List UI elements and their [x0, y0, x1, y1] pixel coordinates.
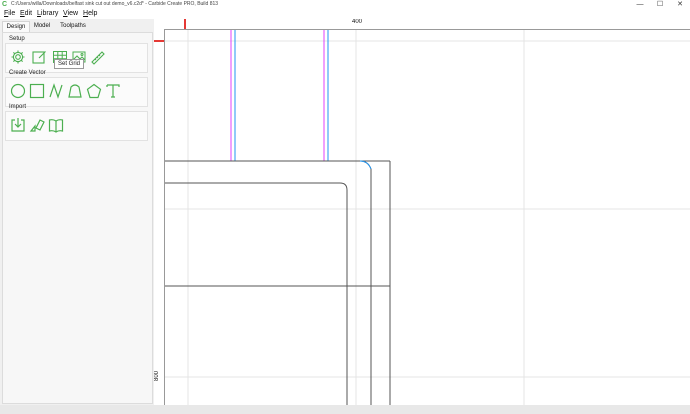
- ruler-left-marker: [154, 40, 164, 42]
- ruler-left-label: 800: [154, 370, 160, 381]
- canvas-drawing: [164, 29, 690, 405]
- polyline-icon[interactable]: [67, 83, 83, 99]
- section-create-vector-label: Create Vector: [9, 70, 46, 76]
- menu-bar: File Edit Library View Help: [0, 10, 690, 19]
- import-icon[interactable]: [10, 117, 26, 133]
- maximize-button[interactable]: ☐: [650, 0, 670, 10]
- circle-icon[interactable]: [10, 83, 26, 99]
- menu-library[interactable]: Library: [37, 10, 58, 17]
- import-tool-group: [5, 111, 148, 141]
- gear-icon[interactable]: [10, 49, 26, 65]
- window-controls: — ☐ ✕: [630, 0, 690, 10]
- title-bar: C C:/Users/willa/Downloads/belfast sink …: [0, 0, 690, 10]
- measure-icon[interactable]: [90, 49, 106, 65]
- set-grid-tooltip: Set Grid: [54, 59, 85, 69]
- rectangle-icon[interactable]: [29, 83, 45, 99]
- grid-lines: [164, 29, 690, 405]
- corner-radius-highlight: [359, 160, 372, 170]
- ruler-left: 800: [154, 29, 165, 405]
- ruler-top-label: 400: [352, 19, 363, 25]
- window-title: C:/Users/willa/Downloads/belfast sink cu…: [11, 1, 219, 7]
- tab-model[interactable]: Model: [31, 21, 53, 32]
- close-button[interactable]: ✕: [670, 0, 690, 10]
- ruler-top: 400: [154, 19, 690, 30]
- horizontal-scrollbar[interactable]: [0, 405, 690, 414]
- section-setup-label: Setup: [9, 36, 25, 42]
- create-vector-tool-group: [5, 77, 148, 107]
- menu-file[interactable]: File: [4, 10, 15, 17]
- polygon-icon[interactable]: [86, 83, 102, 99]
- edit-job-icon[interactable]: [31, 49, 47, 65]
- app-logo-icon: C: [2, 1, 8, 8]
- minimize-button[interactable]: —: [630, 0, 650, 10]
- tab-toolpaths[interactable]: Toolpaths: [56, 21, 90, 32]
- vertical-guides: [230, 29, 329, 161]
- menu-help[interactable]: Help: [83, 10, 97, 17]
- curve-icon[interactable]: [48, 83, 64, 99]
- mode-tabs: Design Model Toolpaths: [0, 21, 152, 33]
- ruler-position-marker: [184, 19, 186, 29]
- menu-edit[interactable]: Edit: [20, 10, 32, 17]
- library-book-icon[interactable]: [48, 117, 64, 133]
- section-import-label: Import: [9, 104, 27, 110]
- menu-view[interactable]: View: [63, 10, 78, 17]
- design-canvas[interactable]: 400 800: [154, 19, 690, 405]
- text-icon[interactable]: [105, 83, 121, 99]
- import-svg-icon[interactable]: [29, 117, 45, 133]
